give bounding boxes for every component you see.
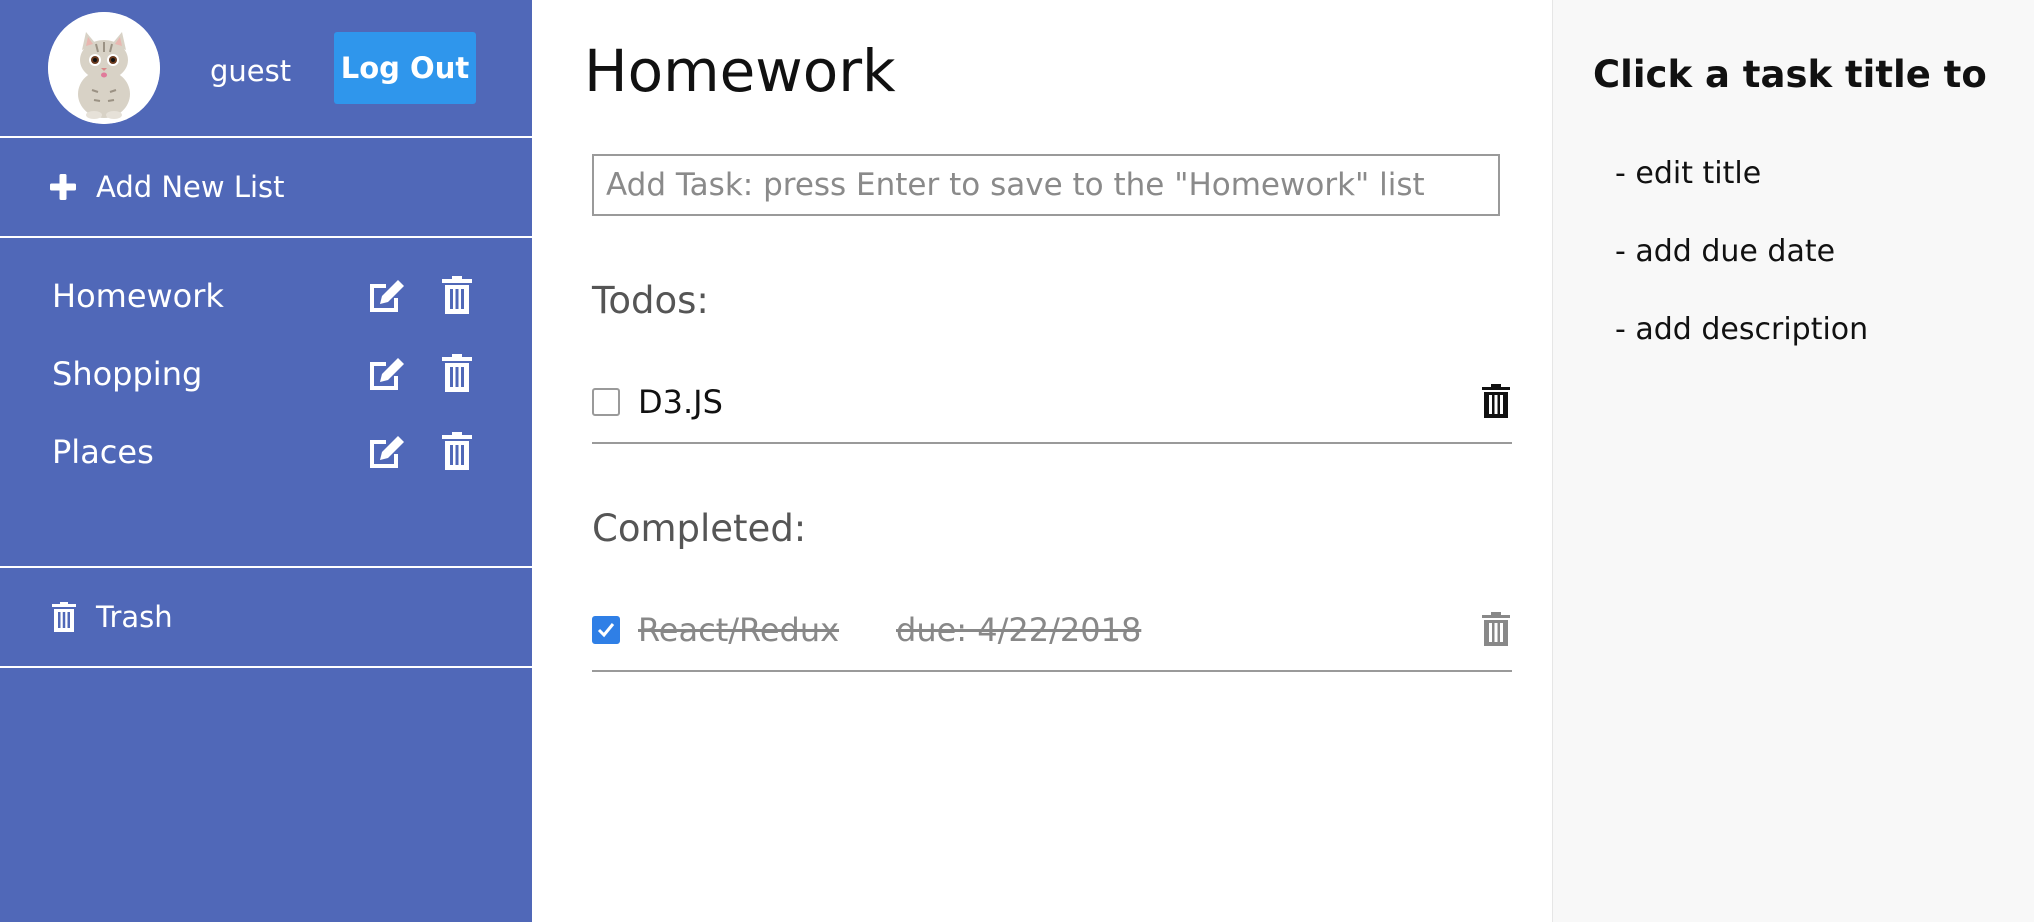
check-icon bbox=[597, 623, 615, 638]
task-title[interactable]: D3.JS bbox=[638, 380, 723, 424]
main-panel: Homework Todos: D3.JS Completed: React/R… bbox=[532, 0, 1552, 922]
trash-icon[interactable] bbox=[442, 354, 472, 392]
list-label: Places bbox=[52, 433, 154, 471]
help-panel: Click a task title to - edit title - add… bbox=[1552, 0, 2034, 922]
list-label: Homework bbox=[52, 277, 224, 315]
trash-icon[interactable] bbox=[1482, 612, 1510, 646]
help-item: - add description bbox=[1615, 312, 1869, 347]
sidebar-item-trash[interactable]: Trash bbox=[0, 568, 532, 668]
edit-icon[interactable] bbox=[366, 432, 406, 472]
logout-button[interactable]: Log Out bbox=[334, 32, 476, 104]
edit-icon[interactable] bbox=[366, 276, 406, 316]
trash-label: Trash bbox=[96, 600, 173, 634]
user-panel: guest Log Out bbox=[0, 0, 532, 138]
task-checkbox[interactable] bbox=[592, 388, 620, 416]
sidebar-item-shopping[interactable]: Shopping bbox=[0, 336, 532, 414]
username: guest bbox=[210, 54, 292, 88]
task-row: React/Redux due: 4/22/2018 bbox=[592, 586, 1512, 672]
trash-icon bbox=[52, 602, 76, 632]
lists-section: Homework Shopping Places bbox=[0, 238, 532, 568]
add-new-list-button[interactable]: Add New List bbox=[0, 138, 532, 238]
task-title[interactable]: React/Redux bbox=[638, 608, 839, 652]
list-label: Shopping bbox=[52, 355, 203, 393]
trash-icon[interactable] bbox=[1482, 384, 1510, 418]
sidebar: guest Log Out Add New List Homework Shop… bbox=[0, 0, 532, 922]
sidebar-item-homework[interactable]: Homework bbox=[0, 258, 532, 336]
plus-icon bbox=[50, 174, 76, 200]
avatar bbox=[48, 12, 160, 124]
task-checkbox[interactable] bbox=[592, 616, 620, 644]
add-new-list-label: Add New List bbox=[96, 170, 285, 204]
todos-heading: Todos: bbox=[592, 279, 709, 322]
help-item: - edit title bbox=[1615, 156, 1762, 191]
sidebar-item-places[interactable]: Places bbox=[0, 414, 532, 492]
page-title: Homework bbox=[584, 37, 896, 105]
help-title: Click a task title to bbox=[1593, 53, 1987, 96]
cat-avatar-icon bbox=[48, 12, 160, 124]
completed-heading: Completed: bbox=[592, 507, 807, 550]
trash-icon[interactable] bbox=[442, 432, 472, 470]
help-item: - add due date bbox=[1615, 234, 1836, 269]
task-due-date: due: 4/22/2018 bbox=[896, 611, 1142, 649]
edit-icon[interactable] bbox=[366, 354, 406, 394]
trash-icon[interactable] bbox=[442, 276, 472, 314]
task-row: D3.JS bbox=[592, 358, 1512, 444]
add-task-input[interactable] bbox=[592, 154, 1500, 216]
